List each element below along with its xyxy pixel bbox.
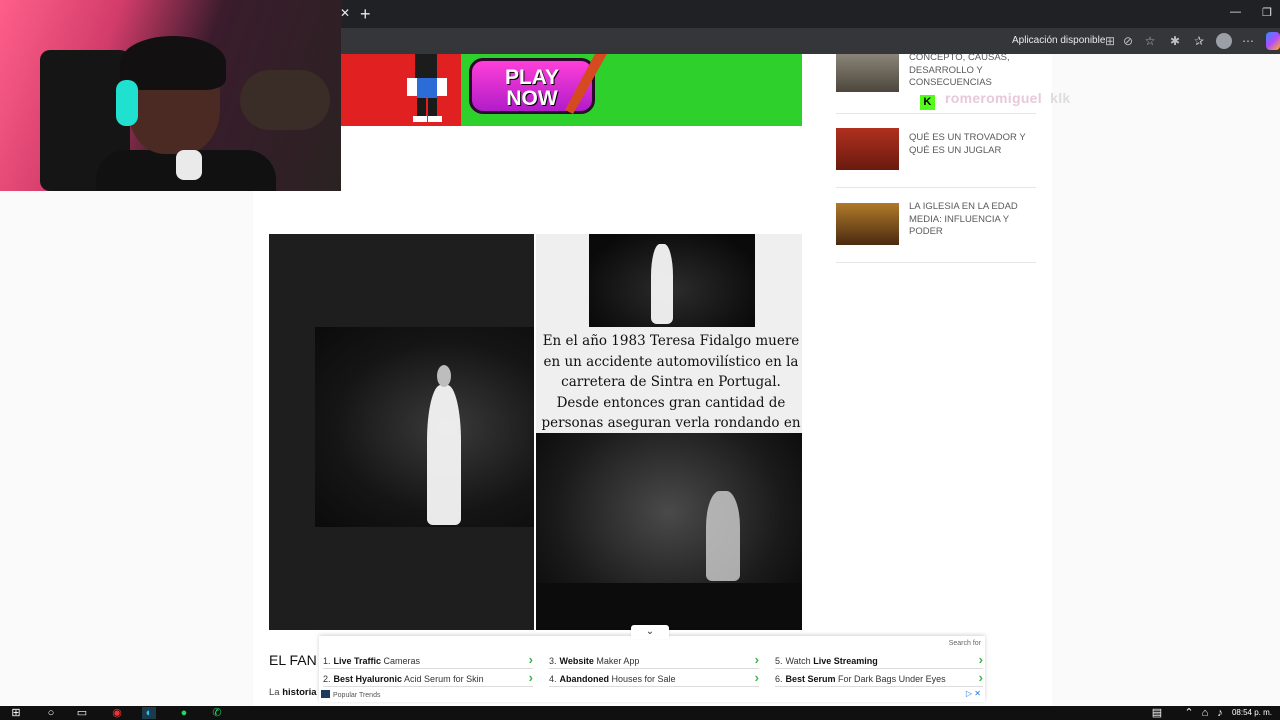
ad-link-pre: Watch: [785, 656, 814, 666]
overlay-username: romeromiguel: [945, 90, 1042, 106]
windows-taskbar: ⊞ ○ ▭ ◉ ◐ ● ✆ ▤ ⌃ ⌂ ♪ 08:54 p. m.: [0, 706, 1280, 720]
right-gutter: [1052, 54, 1280, 706]
ghost-photo-forest: [315, 327, 534, 527]
more-options-icon[interactable]: ⋯: [1240, 33, 1256, 49]
ad-link-bold: Website: [559, 656, 594, 666]
sidebar-item-title[interactable]: QUÉ ES UN TROVADOR Y QUÉ ES UN JUGLAR: [909, 132, 1034, 157]
ad-link-text: Cameras: [381, 656, 421, 666]
whatsapp-icon[interactable]: ✆: [210, 707, 224, 719]
taskbar-clock[interactable]: 08:54 p. m.: [1232, 706, 1272, 720]
ad-link-number: 5.: [775, 656, 783, 666]
block-icon[interactable]: ⊘: [1120, 33, 1136, 49]
ad-link-number: 6.: [775, 674, 783, 684]
popular-trends-text: Popular Trends: [333, 692, 381, 699]
chevron-right-icon: ›: [528, 670, 533, 685]
ad-link-4[interactable]: 4. Abandoned Houses for Sale ›: [549, 670, 759, 687]
chevron-right-icon: ›: [978, 670, 983, 685]
game-ad-banner[interactable]: PLAY NOW: [341, 54, 802, 126]
search-icon[interactable]: ○: [44, 707, 58, 719]
ghost-figure-small: [651, 244, 673, 324]
article-image[interactable]: En el año 1983 Teresa Fidalgo muere en u…: [269, 234, 802, 630]
ad-link-bold: Best Hyaluronic: [333, 674, 403, 684]
favorites-icon[interactable]: ✰: [1191, 33, 1207, 49]
adchoices-icon[interactable]: ▷ ✕: [966, 689, 981, 698]
intro-bold: historia: [282, 687, 317, 698]
edge-browser-icon[interactable]: ◐: [142, 707, 156, 719]
webcam-overlay: [0, 0, 341, 191]
ad-link-number: 2.: [323, 674, 331, 684]
sidebar-thumbnail[interactable]: [836, 203, 899, 245]
ad-link-number: 4.: [549, 674, 557, 684]
chevron-right-icon: ›: [754, 652, 759, 667]
ghost-figure: [427, 385, 461, 525]
new-tab-icon[interactable]: +: [360, 4, 371, 25]
favorite-star-icon[interactable]: ☆: [1142, 33, 1158, 49]
webcam-person-hair: [120, 36, 226, 90]
article-intro: La historia: [269, 687, 317, 698]
profile-avatar-icon[interactable]: [1216, 33, 1232, 49]
app-icon[interactable]: ◉: [110, 707, 124, 719]
image-right-panel: En el año 1983 Teresa Fidalgo muere en u…: [536, 234, 802, 630]
microphone-icon: [176, 150, 202, 180]
minimize-window-icon[interactable]: —: [1230, 6, 1241, 18]
ad-link-2[interactable]: 2. Best Hyaluronic Acid Serum for Skin ›: [323, 670, 533, 687]
image-left-panel: [269, 234, 534, 630]
ad-link-number: 3.: [549, 656, 557, 666]
ad-link-text: Acid Serum for Skin: [402, 674, 484, 684]
trends-logo-icon: [321, 690, 330, 698]
volume-icon[interactable]: ♪: [1213, 707, 1227, 719]
network-icon[interactable]: ⌂: [1198, 707, 1212, 719]
sidebar-thumbnail[interactable]: [836, 54, 899, 92]
ad-link-bold: Abandoned: [559, 674, 610, 684]
sidebar-item[interactable]: LA IGLESIA EN LA EDAD MEDIA: INFLUENCIA …: [836, 188, 1036, 263]
ad-link-6[interactable]: 6. Best Serum For Dark Bags Under Eyes ›: [775, 670, 983, 687]
task-view-icon[interactable]: ▭: [75, 707, 89, 719]
headphones-icon: [116, 80, 138, 126]
intro-prefix: La: [269, 687, 283, 698]
webcam-background-object: [240, 70, 330, 130]
chevron-right-icon: ›: [754, 670, 759, 685]
ad-link-text: Houses for Sale: [609, 674, 676, 684]
copilot-icon[interactable]: [1266, 32, 1280, 50]
ad-link-text: Maker App: [593, 656, 640, 666]
ghost-figure-car: [706, 491, 740, 581]
keyboard-icon[interactable]: ▤: [1150, 707, 1164, 719]
app-available-label[interactable]: Aplicación disponible: [1012, 35, 1105, 46]
ad-link-5[interactable]: 5. Watch Live Streaming ›: [775, 652, 983, 669]
ghost-photo-car: [536, 433, 802, 630]
close-tab-icon[interactable]: ✕: [340, 6, 350, 20]
bottom-search-ad: ⌄ Search for 1. Live Traffic Cameras › 2. B…: [319, 625, 985, 702]
kick-logo-icon: K: [920, 95, 935, 110]
article-heading: EL FAN: [269, 652, 317, 668]
ad-bat-graphic: [565, 54, 607, 114]
restore-window-icon[interactable]: ❐: [1262, 6, 1272, 19]
overlay-suffix: klk: [1050, 90, 1071, 106]
ad-link-number: 1.: [323, 656, 331, 666]
spotify-icon[interactable]: ●: [177, 707, 191, 719]
car-hood: [536, 583, 802, 630]
ad-link-text: For Dark Bags Under Eyes: [835, 674, 946, 684]
ad-link-bold: Live Streaming: [813, 656, 878, 666]
chevron-right-icon: ›: [978, 652, 983, 667]
ad-link-1[interactable]: 1. Live Traffic Cameras ›: [323, 652, 533, 669]
ghost-head: [437, 365, 451, 387]
sidebar-item[interactable]: QUÉ ES UN TROVADOR Y QUÉ ES UN JUGLAR: [836, 114, 1036, 188]
chevron-right-icon: ›: [528, 652, 533, 667]
ad-character-figure: [401, 54, 455, 122]
ad-link-3[interactable]: 3. Website Maker App ›: [549, 652, 759, 669]
ad-link-bold: Best Serum: [785, 674, 836, 684]
sidebar-thumbnail[interactable]: [836, 128, 899, 170]
popular-trends-label: Popular Trends: [321, 690, 380, 699]
stream-overlay-username: Kromeromiguel klk: [920, 90, 1071, 110]
ghost-photo-road: [589, 234, 755, 327]
ad-link-bold: Live Traffic: [333, 656, 382, 666]
search-for-label: Search for: [948, 640, 981, 647]
install-app-icon[interactable]: ⊞: [1102, 33, 1118, 49]
sidebar-item-title[interactable]: LA IGLESIA EN LA EDAD MEDIA: INFLUENCIA …: [909, 201, 1034, 239]
sidebar-item-title[interactable]: CONCEPTO, CAUSAS, DESARROLLO Y CONSECUEN…: [909, 54, 1034, 90]
windows-start-icon[interactable]: ⊞: [9, 707, 23, 719]
collapse-ad-button[interactable]: ⌄: [631, 625, 669, 639]
chevron-up-icon[interactable]: ⌃: [1182, 707, 1196, 719]
extensions-icon[interactable]: ✱: [1167, 33, 1183, 49]
